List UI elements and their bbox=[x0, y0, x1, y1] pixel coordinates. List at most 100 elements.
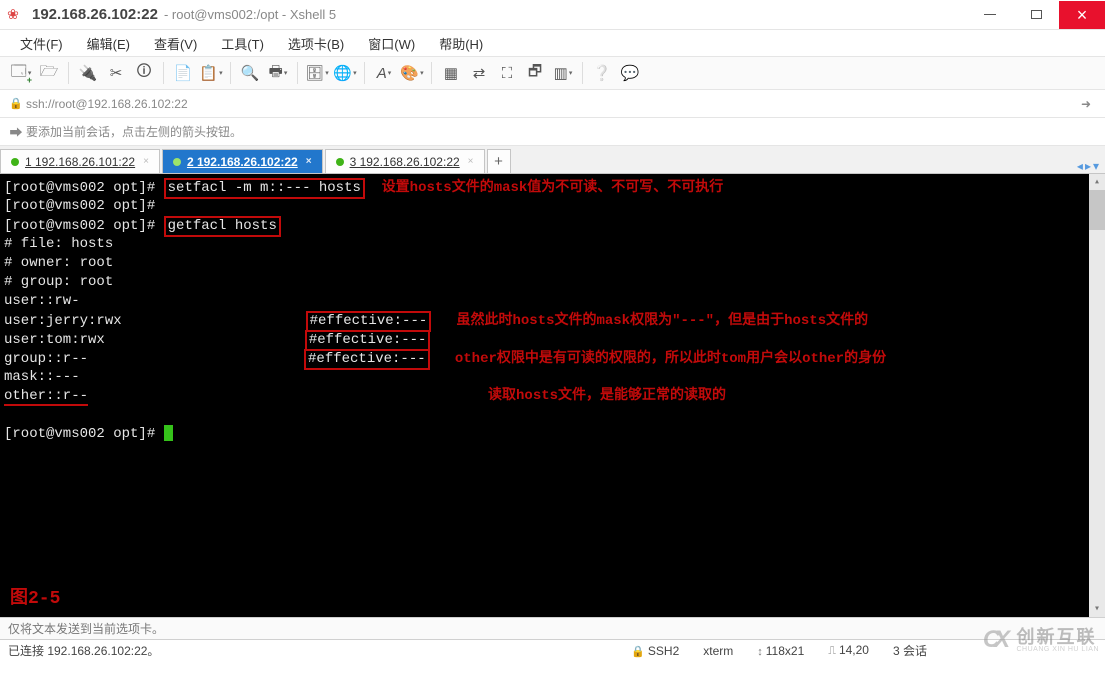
session-tab-2[interactable]: 2 192.168.26.102:22 × bbox=[162, 149, 323, 173]
status-bar: 已连接 192.168.26.102:22。 🔒SSH2 xterm ↕118x… bbox=[0, 639, 1105, 661]
menu-tab[interactable]: 选项卡(B) bbox=[278, 32, 354, 55]
paste-button[interactable]: 📋▾ bbox=[198, 61, 224, 85]
figure-label: 图2-5 bbox=[10, 590, 60, 609]
send-scope-text: 仅将文本发送到当前选项卡。 bbox=[8, 620, 164, 637]
color-button[interactable]: 🎨▾ bbox=[399, 61, 425, 85]
cmd-highlight: setfacl -m m::--- hosts bbox=[164, 178, 365, 199]
tab-label: 1 192.168.26.101:22 bbox=[25, 155, 135, 169]
terminal-line: user:tom:rwx#effective:--- bbox=[4, 330, 1105, 349]
close-tab-icon[interactable]: × bbox=[306, 156, 312, 167]
effective-box: #effective:--- bbox=[304, 349, 430, 370]
properties-button[interactable]: 🛈 bbox=[131, 61, 157, 85]
session-tab-1[interactable]: 1 192.168.26.101:22 × bbox=[0, 149, 160, 173]
effective-box: #effective:--- bbox=[306, 311, 432, 332]
minimize-button[interactable] bbox=[967, 1, 1013, 29]
font-button[interactable]: A▾ bbox=[371, 61, 397, 85]
toolbar-divider bbox=[297, 62, 298, 84]
address-text[interactable]: ssh://root@192.168.26.102:22 bbox=[26, 97, 188, 111]
effective-box: #effective:--- bbox=[305, 330, 431, 351]
terminal-line: [root@vms002 opt]# bbox=[4, 197, 1105, 216]
scroll-up-icon[interactable]: ▴ bbox=[1089, 174, 1105, 190]
print-button[interactable]: 🖶▾ bbox=[265, 61, 291, 85]
hint-text: 要添加当前会话，点击左侧的箭头按钮。 bbox=[26, 123, 242, 140]
status-dot-icon bbox=[11, 158, 19, 166]
globe-button[interactable]: 🌐▾ bbox=[332, 61, 358, 85]
watermark-en: CHUANG XIN HU LIAN bbox=[1016, 646, 1099, 653]
scrollbar[interactable]: ▴ ▾ bbox=[1089, 174, 1105, 617]
title-ip: 192.168.26.102:22 bbox=[26, 6, 164, 23]
terminal-line: # owner: root bbox=[4, 254, 1105, 273]
open-button[interactable]: 🗁 bbox=[36, 61, 62, 85]
feedback-button[interactable]: 💬 bbox=[617, 61, 643, 85]
status-dot-icon bbox=[336, 158, 344, 166]
go-button[interactable]: ➜ bbox=[1073, 97, 1099, 111]
hint-bar: ⮕ 要添加当前会话，点击左侧的箭头按钮。 bbox=[0, 118, 1105, 146]
menu-file[interactable]: 文件(F) bbox=[10, 32, 73, 55]
annotation-text: 虽然此时hosts文件的mask权限为"---"，但是由于hosts文件的 bbox=[456, 313, 868, 329]
terminal-line: group::r--#effective:--- other权限中是有可读的权限… bbox=[4, 349, 1105, 368]
scroll-down-icon[interactable]: ▾ bbox=[1089, 601, 1105, 617]
menu-window[interactable]: 窗口(W) bbox=[358, 32, 425, 55]
tab-label: 3 192.168.26.102:22 bbox=[350, 155, 460, 169]
sync-button[interactable]: 🗗 bbox=[522, 61, 548, 85]
status-size: ↕118x21 bbox=[757, 644, 804, 658]
terminal-line: user:jerry:rwx#effective:--- 虽然此时hosts文件… bbox=[4, 311, 1105, 330]
lock-icon: 🔒 bbox=[631, 646, 645, 658]
terminal-line: user::rw- bbox=[4, 292, 1105, 311]
grid-button[interactable]: ▦ bbox=[438, 61, 464, 85]
add-tab-button[interactable]: + bbox=[487, 149, 511, 173]
app-icon: ❀ bbox=[0, 6, 26, 23]
tab-menu-icon[interactable]: ▾ bbox=[1093, 159, 1099, 173]
reconnect-button[interactable]: 🔌 bbox=[75, 61, 101, 85]
watermark-cn: 创新互联 bbox=[1016, 628, 1099, 646]
add-session-arrow-icon[interactable]: ⮕ bbox=[6, 122, 26, 141]
tab-prev-icon[interactable]: ◂ bbox=[1077, 159, 1083, 173]
toolbar-divider bbox=[163, 62, 164, 84]
cursor bbox=[164, 425, 173, 441]
help-button[interactable]: ❔ bbox=[589, 61, 615, 85]
transfer-button[interactable]: 🗄▾ bbox=[304, 61, 330, 85]
tab-strip: 1 192.168.26.101:22 × 2 192.168.26.102:2… bbox=[0, 146, 1105, 174]
close-tab-icon[interactable]: × bbox=[143, 156, 149, 167]
toolbar-divider bbox=[582, 62, 583, 84]
transfer2-button[interactable]: ⇄ bbox=[466, 61, 492, 85]
menu-view[interactable]: 查看(V) bbox=[144, 32, 207, 55]
toolbar-divider bbox=[431, 62, 432, 84]
menu-tools[interactable]: 工具(T) bbox=[211, 32, 274, 55]
terminal-line: other::r--读取hosts文件，是能够正常的读取的 bbox=[4, 387, 1105, 406]
terminal-line: [root@vms002 opt]# getfacl hosts bbox=[4, 216, 1105, 235]
title-path: - root@vms002:/opt - Xshell 5 bbox=[164, 7, 336, 22]
find-button[interactable]: 🔍 bbox=[237, 61, 263, 85]
columns-button[interactable]: ▥▾ bbox=[550, 61, 576, 85]
terminal-line: mask::--- bbox=[4, 368, 1105, 387]
status-connection: 已连接 192.168.26.102:22。 bbox=[8, 642, 631, 659]
menu-bar: 文件(F) 编辑(E) 查看(V) 工具(T) 选项卡(B) 窗口(W) 帮助(… bbox=[0, 30, 1105, 56]
maximize-button[interactable] bbox=[1013, 1, 1059, 29]
close-tab-icon[interactable]: × bbox=[468, 156, 474, 167]
size-icon: ↕ bbox=[757, 646, 763, 658]
status-sessions: 3 会话 bbox=[893, 642, 927, 659]
terminal-line: # file: hosts bbox=[4, 235, 1105, 254]
scroll-thumb[interactable] bbox=[1089, 190, 1105, 230]
menu-help[interactable]: 帮助(H) bbox=[429, 32, 493, 55]
new-session-button[interactable]: 🗔+▾ bbox=[8, 61, 34, 85]
disconnect-button[interactable]: ✂ bbox=[103, 61, 129, 85]
terminal-line: [root@vms002 opt]# bbox=[4, 425, 1105, 444]
annotation-text: other权限中是有可读的权限的，所以此时tom用户会以other的身份 bbox=[455, 351, 886, 367]
annotation-text: 读取hosts文件，是能够正常的读取的 bbox=[488, 388, 726, 404]
tab-next-icon[interactable]: ▸ bbox=[1085, 159, 1091, 173]
terminal[interactable]: [root@vms002 opt]# setfacl -m m::--- hos… bbox=[0, 174, 1105, 617]
status-dot-icon bbox=[173, 158, 181, 166]
tab-label: 2 192.168.26.102:22 bbox=[187, 155, 298, 169]
toolbar-divider bbox=[68, 62, 69, 84]
menu-edit[interactable]: 编辑(E) bbox=[77, 32, 140, 55]
copy-button[interactable]: 📄 bbox=[170, 61, 196, 85]
session-tab-3[interactable]: 3 192.168.26.102:22 × bbox=[325, 149, 485, 173]
terminal-line bbox=[4, 406, 1105, 425]
annotation-text: 设置hosts文件的mask值为不可读、不可写、不可执行 bbox=[382, 180, 724, 196]
address-bar: 🔒 ssh://root@192.168.26.102:22 ➜ bbox=[0, 90, 1105, 118]
close-button[interactable]: × bbox=[1059, 1, 1105, 29]
status-ssh: 🔒SSH2 bbox=[631, 644, 679, 658]
toolbar: 🗔+▾ 🗁 🔌 ✂ 🛈 📄 📋▾ 🔍 🖶▾ 🗄▾ 🌐▾ A▾ 🎨▾ ▦ ⇄ ⛶ … bbox=[0, 56, 1105, 90]
fullscreen-button[interactable]: ⛶ bbox=[494, 61, 520, 85]
